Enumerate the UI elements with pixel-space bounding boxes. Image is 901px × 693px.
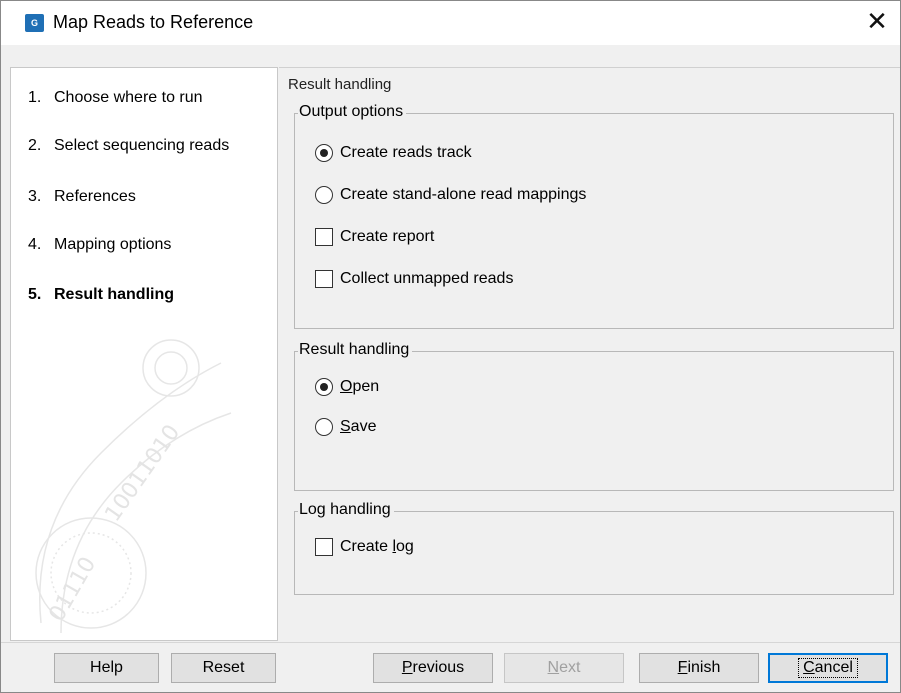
radio-selected-icon xyxy=(315,144,333,162)
section-title: Result handling xyxy=(288,76,392,93)
next-button[interactable]: Next xyxy=(504,653,624,683)
radio-label: Open xyxy=(340,378,380,395)
app-logo-icon: G xyxy=(25,14,44,32)
radio-unselected-icon xyxy=(315,418,333,436)
output-options-group: Output options Create reads track Create… xyxy=(294,103,894,329)
checkbox-label: Create report xyxy=(340,228,435,245)
checkbox-unchecked-icon xyxy=(315,270,333,288)
save-radio[interactable]: Save xyxy=(315,418,376,436)
checkbox-unchecked-icon xyxy=(315,228,333,246)
wizard-steps-sidebar: 1. Choose where to run 2. Select sequencin… xyxy=(10,67,278,641)
wizard-step-select-sequencing-reads: 2. Select sequencing reads xyxy=(28,137,230,154)
result-handling-legend: Result handling xyxy=(298,341,413,359)
result-handling-panel: Result handling Output options Create re… xyxy=(279,67,900,641)
wizard-step-label: Select sequencing reads xyxy=(54,137,230,154)
radio-label: Create stand-alone read mappings xyxy=(340,186,587,203)
svg-text:10011010: 10011010 xyxy=(100,420,185,526)
window-title: Map Reads to Reference xyxy=(53,12,254,32)
collect-unmapped-reads-checkbox[interactable]: Collect unmapped reads xyxy=(315,270,513,288)
create-report-checkbox[interactable]: Create report xyxy=(315,228,434,246)
radio-selected-icon xyxy=(315,378,333,396)
create-log-checkbox[interactable]: Create log xyxy=(315,538,414,556)
wizard-step-references: 3. References xyxy=(28,188,136,205)
dialog-window: G Map Reads to Reference ✕ 1. Choose wher… xyxy=(0,0,901,693)
close-button[interactable]: ✕ xyxy=(854,1,900,45)
wizard-step-result-handling: 5. Result handling xyxy=(28,286,174,303)
help-button[interactable]: Help xyxy=(54,653,159,683)
output-options-legend: Output options xyxy=(298,103,407,121)
radio-unselected-icon xyxy=(315,186,333,204)
previous-button[interactable]: Previous xyxy=(373,653,493,683)
wizard-step-choose-where-to-run: 1. Choose where to run xyxy=(28,89,203,106)
wizard-step-label: Choose where to run xyxy=(54,89,203,106)
log-handling-group: Log handling Create log xyxy=(294,501,894,595)
radio-label: Save xyxy=(340,418,377,435)
title-bar: G Map Reads to Reference ✕ xyxy=(1,1,900,45)
radio-label: Create reads track xyxy=(340,144,472,161)
checkbox-label: Collect unmapped reads xyxy=(340,270,514,287)
svg-text:01110: 01110 xyxy=(45,553,102,626)
open-radio[interactable]: Open xyxy=(315,378,379,396)
log-handling-legend: Log handling xyxy=(298,501,394,519)
button-bar: Help Reset Previous Next Finish Cancel xyxy=(1,642,900,692)
checkbox-unchecked-icon xyxy=(315,538,333,556)
create-standalone-mappings-radio[interactable]: Create stand-alone read mappings xyxy=(315,186,586,204)
wizard-step-mapping-options: 4. Mapping options xyxy=(28,236,172,253)
finish-button[interactable]: Finish xyxy=(639,653,759,683)
wizard-step-label: Result handling xyxy=(54,286,174,303)
watermark-graphic: 10011010 01110 xyxy=(35,339,232,634)
checkbox-label: Create log xyxy=(340,538,414,555)
result-handling-group: Result handling Open Save xyxy=(294,341,894,491)
create-reads-track-radio[interactable]: Create reads track xyxy=(315,144,472,162)
wizard-step-label: References xyxy=(54,188,136,205)
reset-button[interactable]: Reset xyxy=(171,653,276,683)
close-icon: ✕ xyxy=(866,6,888,36)
cancel-button[interactable]: Cancel xyxy=(768,653,888,683)
wizard-step-label: Mapping options xyxy=(54,236,172,253)
